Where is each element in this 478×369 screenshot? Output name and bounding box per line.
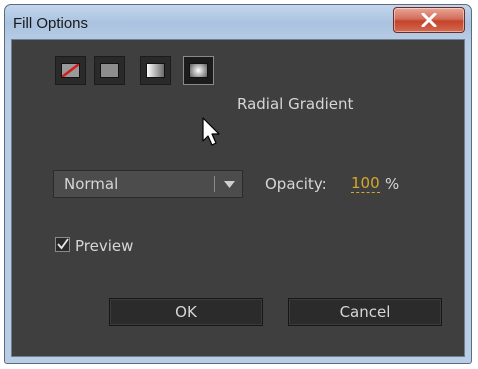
opacity-value-field[interactable]: 100 [351, 175, 380, 193]
radial-gradient-icon [189, 63, 208, 78]
linear-gradient-icon [146, 63, 165, 78]
dropdown-arrow-icon [224, 181, 235, 188]
ok-button[interactable]: OK [109, 298, 263, 326]
solid-fill-button[interactable] [94, 56, 125, 85]
window-title: Fill Options [13, 15, 89, 32]
close-button[interactable] [393, 7, 465, 33]
blend-mode-value: Normal [64, 175, 119, 193]
linear-gradient-button[interactable] [140, 56, 171, 85]
preview-checkbox[interactable] [55, 237, 70, 252]
opacity-label: Opacity: [265, 175, 327, 193]
cancel-button[interactable]: Cancel [288, 298, 442, 326]
blend-mode-select[interactable]: Normal [53, 170, 243, 198]
preview-label[interactable]: Preview [75, 237, 133, 255]
select-divider [214, 176, 215, 192]
radial-gradient-button[interactable] [183, 56, 214, 85]
checkmark-icon [57, 238, 69, 250]
mouse-cursor-icon [202, 117, 220, 146]
close-icon [421, 13, 437, 27]
solid-fill-icon [100, 63, 119, 78]
no-fill-button[interactable] [55, 56, 86, 85]
fill-type-label: Radial Gradient [237, 95, 354, 113]
no-fill-icon [61, 63, 80, 78]
opacity-unit: % [385, 175, 400, 193]
